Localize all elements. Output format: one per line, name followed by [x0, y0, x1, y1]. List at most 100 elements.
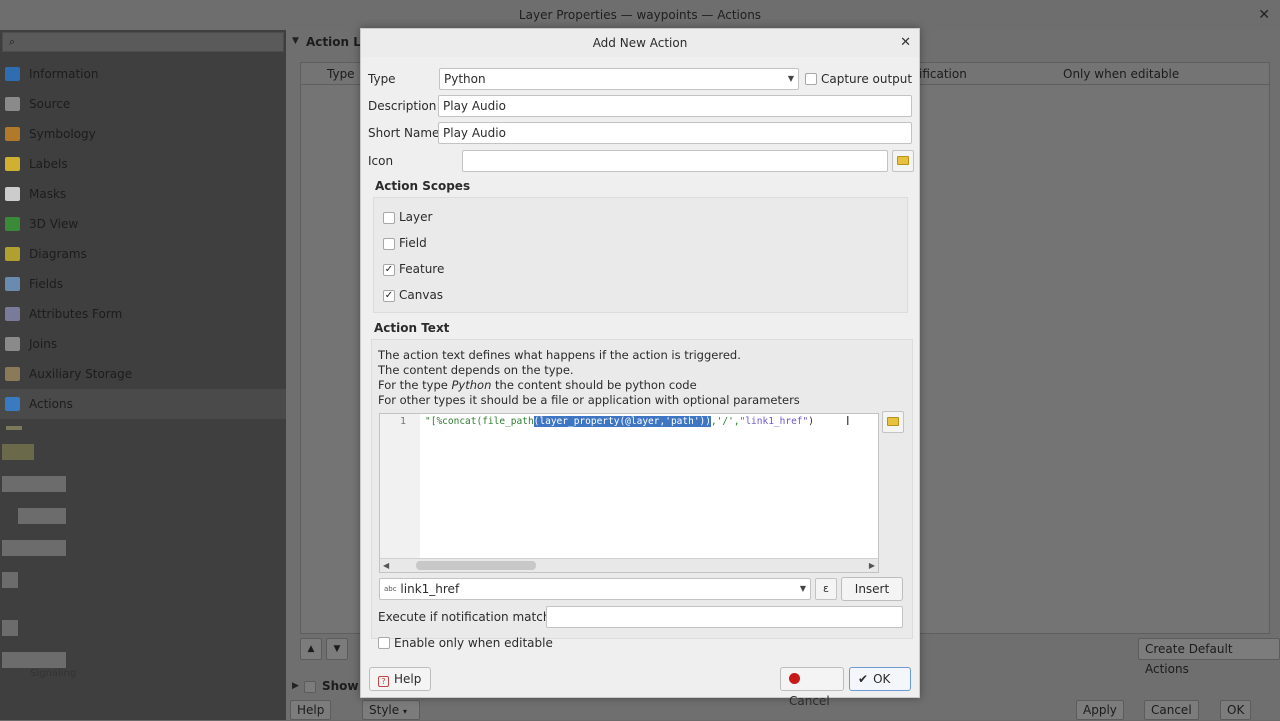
- actions-icon: [5, 397, 20, 411]
- collapse-arrow-icon[interactable]: ▼: [292, 36, 299, 46]
- capture-output-checkbox[interactable]: [805, 73, 817, 85]
- bottom-bar: Help Style ▾ Apply Cancel OK: [286, 700, 1280, 720]
- field-combobox[interactable]: abc link1_href ▼: [379, 578, 811, 600]
- create-default-actions-button[interactable]: Create Default Actions: [1138, 638, 1280, 676]
- selected-code: (layer_property(@layer,'path')): [533, 416, 711, 427]
- sidebar-item-masks[interactable]: Masks: [0, 179, 286, 209]
- bg-help-button[interactable]: Help: [290, 700, 332, 720]
- bg-cancel-button[interactable]: Cancel: [1144, 700, 1199, 720]
- move-down-button[interactable]: ▼: [326, 638, 348, 660]
- scope-canvas-label: Canvas: [399, 288, 444, 302]
- folder-icon: [887, 417, 899, 426]
- short-name-input[interactable]: [438, 122, 912, 144]
- obscured-item: [2, 572, 18, 588]
- sidebar-item-label: Symbology: [29, 127, 96, 141]
- expand-arrow-icon[interactable]: ▶: [292, 681, 299, 691]
- information-icon: [5, 67, 20, 81]
- ok-button[interactable]: ✔ OK: [849, 667, 911, 691]
- sidebar-item-symbology[interactable]: Symbology: [0, 119, 286, 149]
- bg-ok-button[interactable]: OK: [1220, 700, 1252, 720]
- help-icon: ?: [378, 676, 389, 687]
- bg-apply-button[interactable]: Apply: [1076, 700, 1124, 720]
- sidebar-item-information[interactable]: Information: [0, 59, 286, 89]
- type-combobox[interactable]: Python ▼: [439, 68, 799, 90]
- scope-field-label: Field: [399, 236, 427, 250]
- sidebar-item-label: Actions: [29, 397, 73, 411]
- scope-layer-label: Layer: [399, 210, 433, 224]
- notification-label: Execute if notification matches: [378, 610, 565, 624]
- action-text-description-1: The action text defines what happens if …: [378, 348, 741, 362]
- move-up-button[interactable]: ▲: [300, 638, 322, 660]
- action-scopes-title: Action Scopes: [375, 179, 471, 193]
- fields-icon: [5, 277, 20, 291]
- scope-feature-checkbox[interactable]: ✓: [383, 264, 395, 276]
- dialog-titlebar: Add New Action ✕: [361, 29, 919, 57]
- obscured-item: [2, 476, 66, 492]
- scope-field-checkbox[interactable]: [383, 238, 395, 250]
- sidebar-item-joins[interactable]: Joins: [0, 329, 286, 359]
- action-code-editor[interactable]: 1 "[%concat(file_path(layer_property(@la…: [379, 413, 879, 573]
- scope-canvas-checkbox[interactable]: ✓: [383, 290, 395, 302]
- sidebar-item-label: Joins: [29, 337, 58, 351]
- action-scopes-group: Layer Field ✓ Feature ✓ Canvas: [373, 197, 908, 313]
- code-browse-button[interactable]: [882, 411, 904, 433]
- sidebar-item-diagrams[interactable]: Diagrams: [0, 239, 286, 269]
- icon-browse-button[interactable]: [892, 150, 914, 172]
- help-button[interactable]: ? Help: [369, 667, 431, 691]
- bg-style-button[interactable]: Style ▾: [362, 700, 420, 720]
- window-title: Layer Properties — waypoints — Actions: [518, 8, 762, 22]
- sidebar-item-labels[interactable]: Labels: [0, 149, 286, 179]
- dialog-title: Add New Action: [592, 36, 688, 50]
- description-input[interactable]: [438, 95, 912, 117]
- sidebar-item-source[interactable]: Source: [0, 89, 286, 119]
- dialog-close-icon[interactable]: ✕: [900, 29, 911, 57]
- sidebar-item-attributes-form[interactable]: Attributes Form: [0, 299, 286, 329]
- attributes-form-icon: [5, 307, 20, 321]
- scope-layer-checkbox[interactable]: [383, 212, 395, 224]
- obscured-item: [18, 508, 66, 524]
- capture-output-label: Capture output: [821, 72, 913, 86]
- sidebar: ⌕ Information Source Symbology Labels Masks 3…: [0, 30, 286, 720]
- sidebar-item-actions[interactable]: Actions: [0, 389, 286, 419]
- text-cursor-icon: I: [846, 414, 850, 428]
- enable-only-editable-checkbox[interactable]: [378, 637, 390, 649]
- cancel-icon: [789, 673, 800, 684]
- expression-icon: ε: [823, 582, 829, 595]
- chevron-down-icon: ▼: [787, 74, 794, 83]
- short-name-label: Short Name: [368, 126, 440, 140]
- folder-icon: [897, 156, 909, 165]
- obscured-item: [2, 540, 66, 556]
- obscured-item: [6, 426, 22, 430]
- labels-icon: [5, 157, 20, 171]
- sidebar-item-label: Source: [29, 97, 71, 111]
- show-checkbox[interactable]: [304, 681, 316, 693]
- sidebar-item-label: 3D View: [29, 217, 79, 231]
- expression-button[interactable]: ε: [815, 578, 837, 600]
- sidebar-item-label: Fields: [29, 277, 63, 291]
- sidebar-item-auxiliary-storage[interactable]: Auxiliary Storage: [0, 359, 286, 389]
- window-close-icon[interactable]: ✕: [1258, 0, 1270, 30]
- type-value: Python: [444, 72, 486, 86]
- editor-horizontal-scrollbar[interactable]: ◀ ▶: [380, 558, 878, 572]
- sidebar-item-3d-view[interactable]: 3D View: [0, 209, 286, 239]
- scroll-left-icon[interactable]: ◀: [383, 559, 389, 572]
- icon-path-input[interactable]: [462, 150, 888, 172]
- sidebar-search-input[interactable]: ⌕: [2, 32, 284, 52]
- insert-button[interactable]: Insert: [841, 577, 903, 601]
- code-line[interactable]: "[%concat(file_path(layer_property(@laye…: [425, 416, 814, 427]
- sidebar-item-label: Masks: [29, 187, 67, 201]
- line-number: 1: [400, 416, 407, 427]
- cancel-button[interactable]: Cancel: [780, 667, 844, 708]
- scroll-right-icon[interactable]: ▶: [869, 559, 875, 572]
- checkmark-icon: ✔: [858, 672, 869, 686]
- scrollbar-thumb[interactable]: [416, 561, 536, 570]
- sidebar-item-label: Information: [29, 67, 99, 81]
- action-text-description-3: For the type Python the content should b…: [378, 378, 697, 392]
- icon-label: Icon: [368, 154, 394, 168]
- sidebar-item-fields[interactable]: Fields: [0, 269, 286, 299]
- source-icon: [5, 97, 20, 111]
- auxiliary-storage-icon: [5, 367, 20, 381]
- diagrams-icon: [5, 247, 20, 261]
- notification-input[interactable]: [546, 606, 903, 628]
- field-combo-value: link1_href: [400, 582, 460, 596]
